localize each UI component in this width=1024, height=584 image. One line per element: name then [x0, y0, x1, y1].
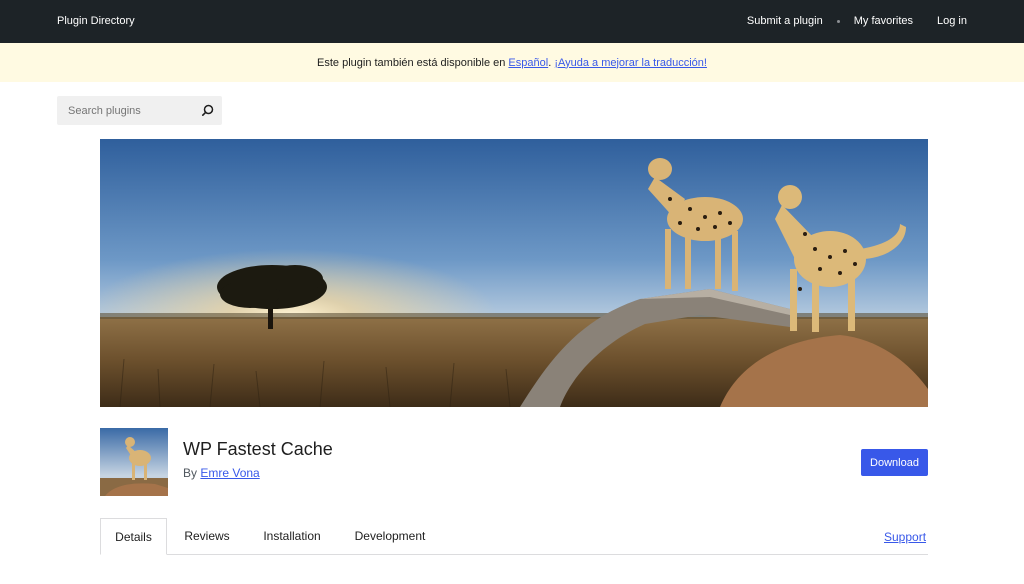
by-label: By: [183, 466, 198, 480]
notice-text: Este plugin también está disponible en: [317, 56, 509, 69]
search-box: [57, 96, 222, 125]
language-link[interactable]: Español: [508, 57, 548, 69]
tabs-divider: [100, 554, 928, 555]
plugin-icon: [100, 428, 168, 496]
plugin-byline: By Emre Vona: [183, 466, 260, 480]
support-link[interactable]: Support: [884, 530, 926, 544]
submit-plugin-link[interactable]: Submit a plugin: [747, 15, 823, 27]
my-favorites-link[interactable]: My favorites: [854, 15, 913, 27]
nav-separator-dot: [836, 19, 840, 23]
top-bar: Plugin Directory Submit a plugin My favo…: [0, 0, 1024, 43]
cheetah-plugin-icon: [100, 428, 168, 496]
translation-notice: Este plugin también está disponible en E…: [0, 43, 1024, 82]
tab-details[interactable]: Details: [100, 518, 167, 555]
help-translate-link[interactable]: ¡Ayuda a mejorar la traducción!: [554, 57, 707, 69]
login-link[interactable]: Log in: [937, 15, 967, 27]
plugin-banner: [100, 139, 928, 407]
tab-reviews[interactable]: Reviews: [173, 518, 241, 554]
search-input[interactable]: [57, 96, 203, 125]
tab-development[interactable]: Development: [344, 518, 436, 554]
top-nav: Submit a plugin My favorites Log in: [747, 15, 967, 27]
plugin-directory-link[interactable]: Plugin Directory: [57, 15, 135, 27]
tab-installation[interactable]: Installation: [252, 518, 332, 554]
author-link[interactable]: Emre Vona: [200, 466, 259, 480]
search-icon[interactable]: [199, 102, 216, 119]
download-button[interactable]: Download: [861, 449, 928, 476]
plugin-title: WP Fastest Cache: [183, 439, 333, 459]
savanna-cheetahs-banner-image: [100, 139, 928, 407]
